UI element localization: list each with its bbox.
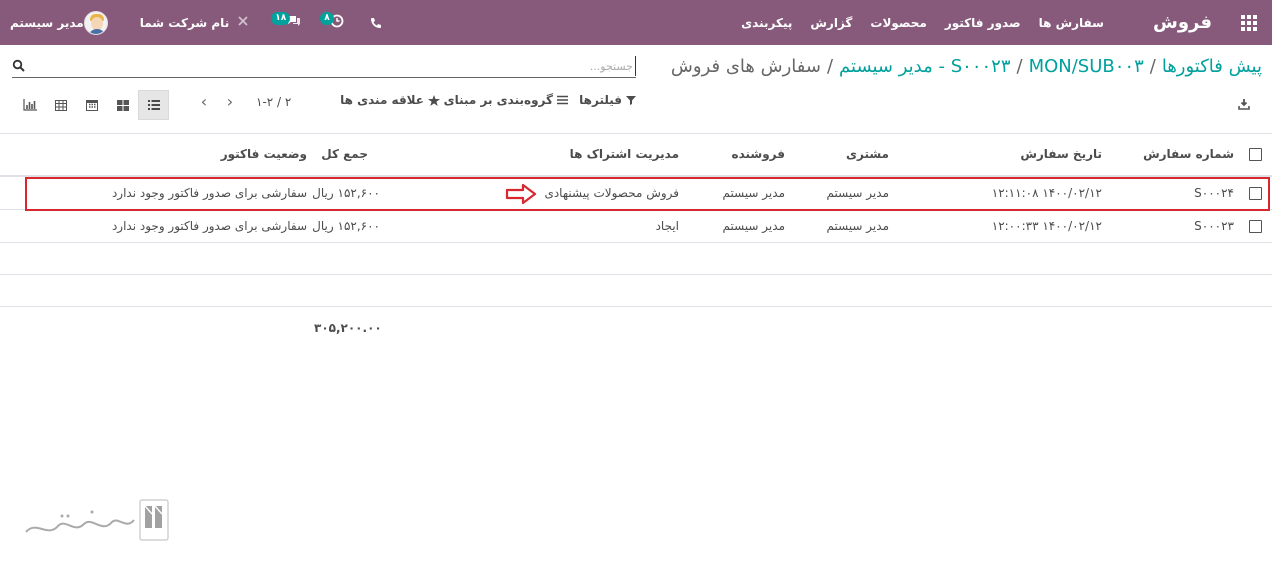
phone-icon[interactable]: [370, 17, 382, 29]
graph-view-icon[interactable]: [14, 90, 45, 120]
sales-orders-table: شماره سفارش تاریخ سفارش مشتری فروشنده مد…: [0, 133, 1272, 307]
filter-icon: [626, 96, 636, 105]
customer: مدیر سیستم: [826, 186, 890, 200]
salesperson: مدیر سیستم: [722, 219, 786, 233]
breadcrumb-quotations[interactable]: پیش فاکتورها: [1162, 56, 1262, 77]
order-date: ۱۴۰۰/۰۲/۱۲ ۱۲:۱۱:۰۸: [991, 186, 1102, 200]
favorites-label: علاقه مندی ها: [340, 93, 424, 107]
total: ۱۵۲,۶۰۰ ریال: [312, 219, 380, 233]
apps-grid-icon[interactable]: [1226, 0, 1272, 45]
breadcrumb: پیش فاکتورها/S۰۰۰۲۳/MON/SUB۰۰۳ - مدیر سی…: [670, 56, 1262, 77]
list-icon: [557, 95, 568, 105]
menu-products[interactable]: محصولات: [870, 16, 926, 30]
star-icon: [428, 94, 440, 106]
customer: مدیر سیستم: [826, 219, 890, 233]
chevron-left-icon[interactable]: ‹: [196, 92, 212, 112]
pivot-view-icon[interactable]: [45, 90, 76, 120]
subscription: فروش محصولات پیشنهادی: [544, 186, 679, 200]
col-order-date[interactable]: تاریخ سفارش: [1020, 147, 1102, 161]
row-checkbox[interactable]: [1249, 187, 1262, 200]
messaging-menu[interactable]: ۱۸: [271, 12, 302, 31]
invoice-status: سفارشی برای صدور فاکتور وجود ندارد: [111, 219, 307, 233]
table-row[interactable]: S۰۰۰۲۳ ۱۴۰۰/۰۲/۱۲ ۱۲:۰۰:۳۳ مدیر سیستم مد…: [0, 210, 1272, 243]
user-name: مدیر سیستم: [10, 15, 84, 30]
empty-row: [0, 275, 1272, 307]
download-icon[interactable]: [1238, 98, 1250, 110]
search-bar: [12, 56, 636, 78]
pager-value[interactable]: ۱-۲ / ۲: [256, 95, 291, 109]
watermark-logo: [25, 499, 169, 541]
subscription: ایجاد: [655, 219, 679, 233]
systray: مدیر سیستم نام شرکت شما ۱۸ ۸: [10, 0, 382, 45]
breadcrumb-current: سفارش های فروش: [670, 56, 821, 77]
select-all-checkbox[interactable]: [1249, 148, 1262, 161]
menu-configuration[interactable]: پیکربندی: [741, 16, 792, 30]
main-menu: فروش سفارش ها صدور فاکتور محصولات گزارش …: [732, 0, 1272, 45]
user-menu[interactable]: مدیر سیستم: [10, 10, 114, 35]
company-switcher[interactable]: نام شرکت شما: [140, 15, 259, 31]
menu-orders[interactable]: سفارش ها: [1039, 16, 1104, 30]
favorites-button[interactable]: علاقه مندی ها: [340, 93, 440, 107]
salesperson: مدیر سیستم: [722, 186, 786, 200]
col-customer[interactable]: مشتری: [846, 147, 889, 161]
menu-invoicing[interactable]: صدور فاکتور: [945, 16, 1021, 30]
group-by-button[interactable]: گروه‌بندی بر مبنای: [444, 93, 568, 107]
col-subscription[interactable]: مدیریت اشتراک ها: [570, 147, 679, 161]
filters-button[interactable]: فیلترها: [579, 93, 636, 107]
app-brand[interactable]: فروش: [1153, 12, 1212, 33]
order-date: ۱۴۰۰/۰۲/۱۲ ۱۲:۰۰:۳۳: [991, 219, 1102, 233]
total: ۱۵۲,۶۰۰ ریال: [312, 186, 380, 200]
grand-total: ۳۰۵,۲۰۰.۰۰: [314, 321, 382, 335]
empty-row: [0, 243, 1272, 275]
chevron-right-icon[interactable]: ›: [222, 92, 238, 112]
menu-reporting[interactable]: گزارش: [810, 16, 852, 30]
calendar-view-icon[interactable]: [76, 90, 107, 120]
col-order-number[interactable]: شماره سفارش: [1143, 147, 1234, 161]
invoice-status: سفارشی برای صدور فاکتور وجود ندارد: [111, 186, 307, 200]
order-number: S۰۰۰۲۴: [1194, 186, 1234, 200]
group-by-label: گروه‌بندی بر مبنای: [443, 93, 553, 107]
table-row[interactable]: S۰۰۰۲۴ ۱۴۰۰/۰۲/۱۲ ۱۲:۱۱:۰۸ مدیر سیستم مد…: [0, 177, 1272, 210]
tools-icon: [237, 15, 249, 31]
table-header: شماره سفارش تاریخ سفارش مشتری فروشنده مد…: [0, 133, 1272, 177]
arrow-right-outline-icon: [505, 183, 537, 205]
company-name: نام شرکت شما: [139, 15, 230, 30]
order-number: S۰۰۰۲۳: [1194, 219, 1234, 233]
filters-label: فیلترها: [579, 93, 622, 107]
col-total[interactable]: جمع کل: [321, 147, 368, 161]
list-view-icon[interactable]: [138, 90, 169, 120]
activities-badge: ۸: [320, 12, 334, 25]
messages-badge: ۱۸: [271, 12, 291, 25]
search-input[interactable]: [46, 56, 636, 76]
avatar: [83, 10, 108, 35]
top-navbar: فروش سفارش ها صدور فاکتور محصولات گزارش …: [0, 0, 1272, 45]
view-switcher: [14, 90, 169, 120]
col-invoice-status[interactable]: وضعیت فاکتور: [221, 147, 307, 161]
row-checkbox[interactable]: [1249, 220, 1262, 233]
search-icon[interactable]: [12, 59, 26, 73]
kanban-view-icon[interactable]: [107, 90, 138, 120]
breadcrumb-order[interactable]: S۰۰۰۲۳: [951, 56, 1011, 77]
activity-menu[interactable]: ۸: [320, 12, 344, 31]
col-salesperson[interactable]: فروشنده: [732, 147, 786, 161]
